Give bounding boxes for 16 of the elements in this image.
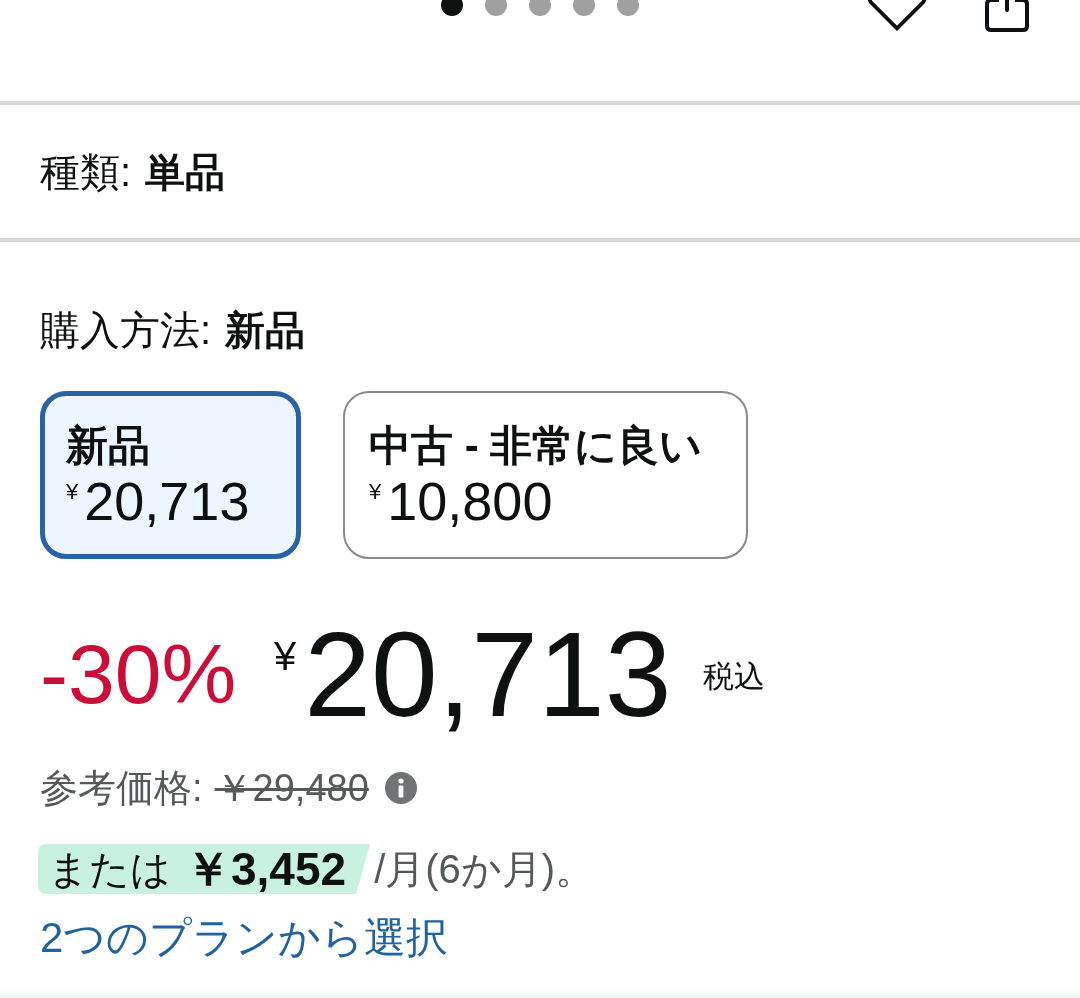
plans-link[interactable]: 2つのプランから選択 <box>40 915 449 961</box>
reference-price-label: 参考価格: <box>40 766 203 811</box>
installment-prefix: または <box>48 846 171 892</box>
variation-value: 単品 <box>145 148 226 196</box>
purchase-method-value: 新品 <box>225 307 306 354</box>
price: ¥20,713 <box>274 606 672 734</box>
installment-term: /月(6か月)。 <box>374 846 596 892</box>
purchase-option[interactable]: 中古 - 非常に良い ¥10,800 <box>343 391 748 559</box>
discount-percent: -30% <box>40 632 237 716</box>
info-icon[interactable] <box>384 772 417 804</box>
purchase-method-label: 購入方法: <box>40 307 212 354</box>
reference-price: ￥29,480 <box>214 766 369 811</box>
variation-label: 種類: <box>40 148 132 196</box>
tax-included-label: 税込 <box>703 661 766 692</box>
purchase-option[interactable]: 新品 ¥20,713 <box>40 391 301 559</box>
installment-price: ￥3,452 <box>185 845 347 893</box>
